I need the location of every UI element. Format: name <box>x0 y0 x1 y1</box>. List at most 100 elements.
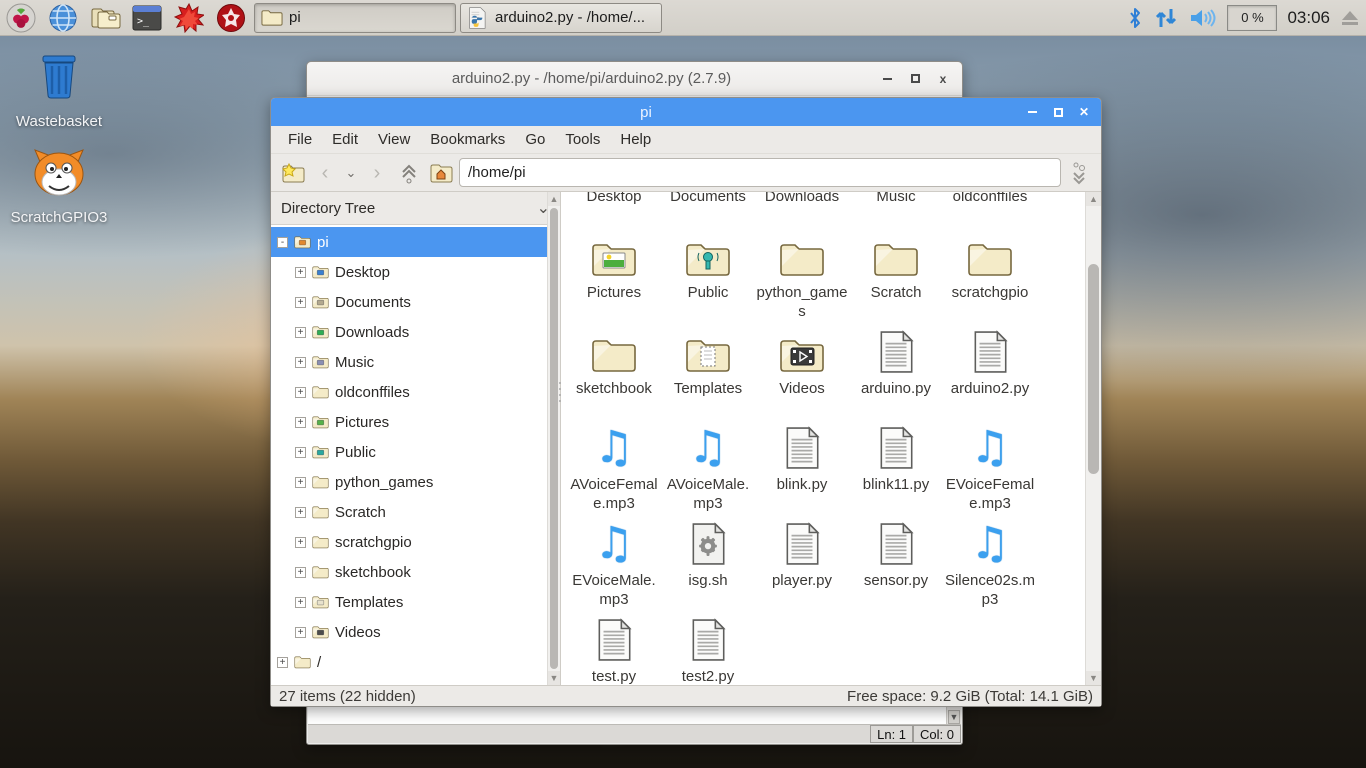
file-item-isgsh[interactable]: isg.sh <box>661 518 755 614</box>
expand-toggle-icon[interactable]: + <box>295 536 306 548</box>
menu-go[interactable]: Go <box>516 128 554 151</box>
desktop-icon-wastebasket[interactable]: Wastebasket <box>4 48 114 130</box>
file-item-videos[interactable]: Videos <box>755 326 849 422</box>
fm-titlebar[interactable]: pi ✕ <box>271 98 1101 126</box>
back-history-dropdown[interactable]: ⌄ <box>343 159 359 187</box>
tree-item-documents[interactable]: + Documents <box>271 287 560 317</box>
tree-item-templates[interactable]: + Templates <box>271 587 560 617</box>
expand-toggle-icon[interactable]: + <box>295 476 306 488</box>
tree-item-pythongames[interactable]: + python_games <box>271 467 560 497</box>
tree-item-music[interactable]: + Music <box>271 347 560 377</box>
file-item-downloads[interactable]: Downloads <box>755 192 849 230</box>
file-item-oldconffiles[interactable]: oldconffiles <box>943 192 1037 230</box>
file-item-test2py[interactable]: test2.py <box>661 614 755 685</box>
launcher-mathematica[interactable] <box>174 2 204 33</box>
up-button[interactable] <box>395 159 423 187</box>
expand-toggle-icon[interactable]: + <box>295 446 306 458</box>
menu-file[interactable]: File <box>279 128 321 151</box>
file-item-avoicemalemp3[interactable]: ♫ AVoiceMale.mp3 <box>661 422 755 518</box>
task-button-arduino2[interactable]: arduino2.py - /home/... <box>460 2 662 33</box>
file-item-evoicefemalemp3[interactable]: ♫ EVoiceFemale.mp3 <box>943 422 1037 518</box>
launcher-web-browser[interactable] <box>48 3 78 33</box>
fm-minimize-button[interactable] <box>1021 104 1043 120</box>
volume-icon[interactable] <box>1189 7 1217 29</box>
fm-close-button[interactable]: ✕ <box>1073 104 1095 120</box>
menu-tools[interactable]: Tools <box>556 128 609 151</box>
launcher-file-manager[interactable] <box>90 3 121 33</box>
tree-item-pictures[interactable]: + Pictures <box>271 407 560 437</box>
bluetooth-icon[interactable] <box>1127 7 1143 29</box>
expand-toggle-icon[interactable]: + <box>295 356 306 368</box>
file-item-silence02smp3[interactable]: ♫ Silence02s.mp3 <box>943 518 1037 614</box>
tree-item-desktop[interactable]: + Desktop <box>271 257 560 287</box>
menu-view[interactable]: View <box>369 128 419 151</box>
scroll-down-arrow-icon[interactable]: ▼ <box>948 710 960 724</box>
tree-item-downloads[interactable]: + Downloads <box>271 317 560 347</box>
file-item-sensorpy[interactable]: sensor.py <box>849 518 943 614</box>
file-item-desktop[interactable]: Desktop <box>567 192 661 230</box>
launcher-raspberry-menu[interactable] <box>6 3 36 33</box>
task-button-pi[interactable]: pi <box>254 2 456 33</box>
file-item-evoicemalemp3[interactable]: ♫ EVoiceMale.mp3 <box>567 518 661 614</box>
file-item-playerpy[interactable]: player.py <box>755 518 849 614</box>
file-item-arduinopy[interactable]: arduino.py <box>849 326 943 422</box>
file-item-scratchgpio[interactable]: scratchgpio <box>943 230 1037 326</box>
forward-button[interactable]: › <box>363 159 391 187</box>
tree-item-oldconffiles[interactable]: + oldconffiles <box>271 377 560 407</box>
scroll-up-arrow-icon[interactable]: ▲ <box>548 192 560 206</box>
tree-item-public[interactable]: + Public <box>271 437 560 467</box>
file-item-avoicefemalemp3[interactable]: ♫ AVoiceFemale.mp3 <box>567 422 661 518</box>
scroll-down-arrow-icon[interactable]: ▼ <box>548 671 560 685</box>
file-item-pictures[interactable]: Pictures <box>567 230 661 326</box>
desktop-icon-scratchgpio3[interactable]: ScratchGPIO3 <box>4 148 114 226</box>
view-scrollbar-thumb[interactable] <box>1088 264 1099 474</box>
file-item-templates[interactable]: Templates <box>661 326 755 422</box>
collapse-toggle-icon[interactable]: - <box>277 236 288 248</box>
file-item-blink11py[interactable]: blink11.py <box>849 422 943 518</box>
view-scrollbar[interactable]: ▲ ▼ <box>1085 192 1101 685</box>
menu-bookmarks[interactable]: Bookmarks <box>421 128 514 151</box>
tree-scrollbar[interactable]: ▲ ▼ <box>547 192 560 685</box>
file-item-sketchbook[interactable]: sketchbook <box>567 326 661 422</box>
expand-toggle-icon[interactable]: + <box>295 326 306 338</box>
fm-maximize-button[interactable] <box>1047 104 1069 120</box>
eject-icon[interactable] <box>1340 9 1360 27</box>
idle-close-button[interactable]: x <box>932 71 954 87</box>
expand-toggle-icon[interactable]: + <box>295 566 306 578</box>
scroll-down-arrow-icon[interactable]: ▼ <box>1086 671 1101 685</box>
tree-item-scratchgpio[interactable]: + scratchgpio <box>271 527 560 557</box>
launcher-terminal[interactable]: >_ <box>132 3 162 33</box>
tree-scrollbar-thumb[interactable] <box>550 208 558 669</box>
file-item-music[interactable]: Music <box>849 192 943 230</box>
expand-toggle-icon[interactable]: + <box>295 296 306 308</box>
tree-item-scratch[interactable]: + Scratch <box>271 497 560 527</box>
menu-help[interactable]: Help <box>611 128 660 151</box>
expand-toggle-icon[interactable]: + <box>277 656 288 668</box>
file-item-testpy[interactable]: test.py <box>567 614 661 685</box>
tree-item-[interactable]: + / <box>271 647 560 677</box>
idle-minimize-button[interactable] <box>876 71 898 87</box>
location-options-icon[interactable] <box>1065 159 1093 187</box>
expand-toggle-icon[interactable]: + <box>295 266 306 278</box>
home-button[interactable] <box>427 159 455 187</box>
fm-icon-view[interactable]: Desktop Documents Downloads Music oldcon… <box>561 192 1101 685</box>
new-tab-button[interactable] <box>279 159 307 187</box>
cpu-monitor[interactable]: 0 % <box>1227 4 1278 31</box>
side-pane-mode-selector[interactable]: Directory Tree ⌄ <box>271 192 560 225</box>
expand-toggle-icon[interactable]: + <box>295 506 306 518</box>
file-item-pythongames[interactable]: python_games <box>755 230 849 326</box>
tree-item-videos[interactable]: + Videos <box>271 617 560 647</box>
menu-edit[interactable]: Edit <box>323 128 367 151</box>
tree-item-sketchbook[interactable]: + sketchbook <box>271 557 560 587</box>
back-button[interactable]: ‹ <box>311 159 339 187</box>
expand-toggle-icon[interactable]: + <box>295 596 306 608</box>
idle-maximize-button[interactable] <box>904 71 926 87</box>
launcher-wolfram[interactable] <box>216 3 246 33</box>
scroll-up-arrow-icon[interactable]: ▲ <box>1086 192 1101 206</box>
expand-toggle-icon[interactable]: + <box>295 386 306 398</box>
expand-toggle-icon[interactable]: + <box>295 626 306 638</box>
clock[interactable]: 03:06 <box>1287 8 1330 28</box>
file-item-public[interactable]: Public <box>661 230 755 326</box>
network-arrows-icon[interactable] <box>1153 7 1179 29</box>
path-input[interactable] <box>459 158 1061 187</box>
